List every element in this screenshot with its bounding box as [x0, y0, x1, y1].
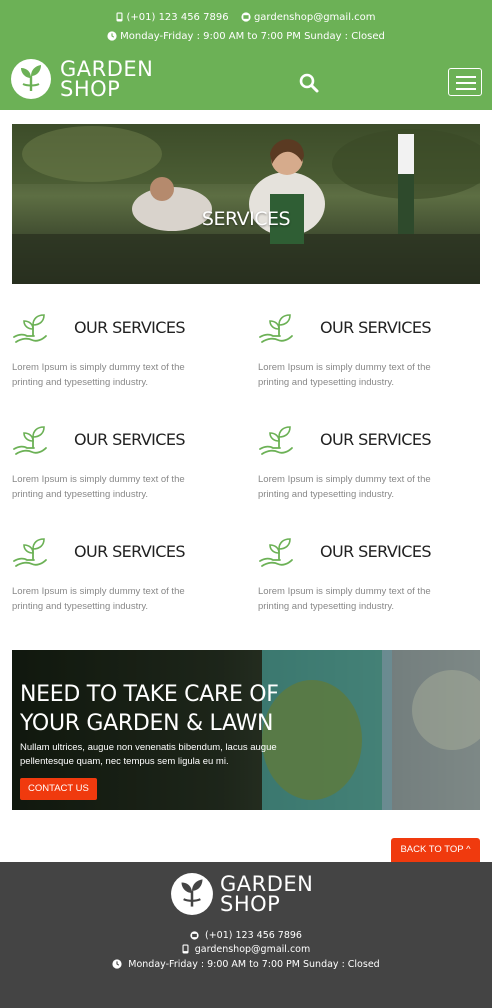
site-header: (+01) 123 456 7896 gardenshop@gmail.com …	[0, 0, 492, 110]
cta-title: NEED TO TAKE CARE OF YOUR GARDEN & LAWN	[20, 680, 279, 738]
footer-hours-line: Monday-Friday : 9:00 AM to 7:00 PM Sunda…	[0, 959, 492, 972]
service-title: OUR SERVICES	[320, 318, 432, 337]
logo-line-2: SHOP	[60, 77, 121, 101]
service-description: Lorem Ipsum is simply dummy text of the …	[12, 586, 185, 612]
hamburger-menu-icon[interactable]	[448, 68, 482, 96]
site-logo[interactable]: GARDEN SHOP	[10, 56, 153, 102]
logo-line-1: GARDEN	[60, 57, 154, 81]
header-hours: Monday-Friday : 9:00 AM to 7:00 PM Sunda…	[120, 31, 385, 42]
footer-phone-line: (+01) 123 456 7896	[0, 930, 492, 943]
plant-in-hand-icon	[258, 424, 296, 462]
plant-in-hand-icon	[12, 536, 50, 574]
hero-title: SERVICES	[201, 208, 291, 230]
service-description: Lorem Ipsum is simply dummy text of the …	[258, 586, 431, 612]
cta-title-line-2: YOUR GARDEN & LAWN	[20, 711, 274, 736]
service-description: Lorem Ipsum is simply dummy text of the …	[12, 362, 185, 388]
service-title: OUR SERVICES	[320, 542, 432, 561]
clock-icon	[112, 959, 122, 972]
footer-logo-line-1: GARDEN	[220, 872, 314, 896]
service-title: OUR SERVICES	[74, 542, 186, 561]
leaf-logo-icon	[171, 873, 213, 915]
back-to-top-button[interactable]: BACK TO TOP ^	[391, 838, 480, 862]
service-title: OUR SERVICES	[74, 318, 186, 337]
phone-icon	[182, 944, 189, 957]
email-icon	[190, 931, 199, 943]
service-card: OUR SERVICES Lorem Ipsum is simply dummy …	[258, 312, 488, 392]
logo-wordmark: GARDEN SHOP	[60, 57, 154, 101]
service-card: OUR SERVICES Lorem Ipsum is simply dummy …	[12, 424, 242, 504]
footer-phone: (+01) 123 456 7896	[205, 930, 302, 941]
plant-in-hand-icon	[12, 312, 50, 350]
contact-us-button[interactable]: CONTACT US	[20, 778, 97, 800]
footer-logo-wordmark: GARDEN SHOP	[220, 872, 314, 916]
cta-text: Nullam ultrices, augue non venenatis bib…	[20, 742, 277, 767]
service-description: Lorem Ipsum is simply dummy text of the …	[258, 362, 431, 388]
cta-banner: NEED TO TAKE CARE OF YOUR GARDEN & LAWN …	[12, 650, 480, 810]
service-description: Lorem Ipsum is simply dummy text of the …	[12, 474, 185, 500]
cta-title-line-1: NEED TO TAKE CARE OF	[20, 682, 279, 707]
footer-logo-line-2: SHOP	[220, 892, 281, 916]
hero-banner: SERVICES	[12, 124, 480, 284]
service-card: OUR SERVICES Lorem Ipsum is simply dummy …	[12, 312, 242, 392]
service-title: OUR SERVICES	[320, 430, 432, 449]
header-email[interactable]: gardenshop@gmail.com	[254, 12, 376, 23]
email-icon	[241, 12, 251, 25]
header-hours-line: Monday-Friday : 9:00 AM to 7:00 PM Sunda…	[0, 31, 492, 44]
header-phone: (+01) 123 456 7896	[126, 12, 229, 23]
footer-logo[interactable]: GARDEN SHOP	[170, 872, 313, 916]
plant-in-hand-icon	[258, 312, 296, 350]
footer-email-line: gardenshop@gmail.com	[0, 944, 492, 957]
search-icon[interactable]	[298, 72, 320, 94]
service-description: Lorem Ipsum is simply dummy text of the …	[258, 474, 431, 500]
header-contact-line: (+01) 123 456 7896 gardenshop@gmail.com	[0, 12, 492, 25]
service-card: OUR SERVICES Lorem Ipsum is simply dummy …	[258, 424, 488, 504]
footer-email[interactable]: gardenshop@gmail.com	[195, 944, 311, 955]
service-title: OUR SERVICES	[74, 430, 186, 449]
plant-in-hand-icon	[12, 424, 50, 462]
hero-gardeners-image	[12, 124, 480, 284]
plant-in-hand-icon	[258, 536, 296, 574]
clock-icon	[107, 31, 117, 44]
site-footer: GARDEN SHOP (+01) 123 456 7896 gardensho…	[0, 862, 492, 1008]
service-card: OUR SERVICES Lorem Ipsum is simply dummy …	[12, 536, 242, 616]
leaf-logo-icon	[11, 59, 51, 99]
service-card: OUR SERVICES Lorem Ipsum is simply dummy …	[258, 536, 488, 616]
footer-hours: Monday-Friday : 9:00 AM to 7:00 PM Sunda…	[128, 959, 380, 970]
phone-icon	[116, 12, 123, 25]
